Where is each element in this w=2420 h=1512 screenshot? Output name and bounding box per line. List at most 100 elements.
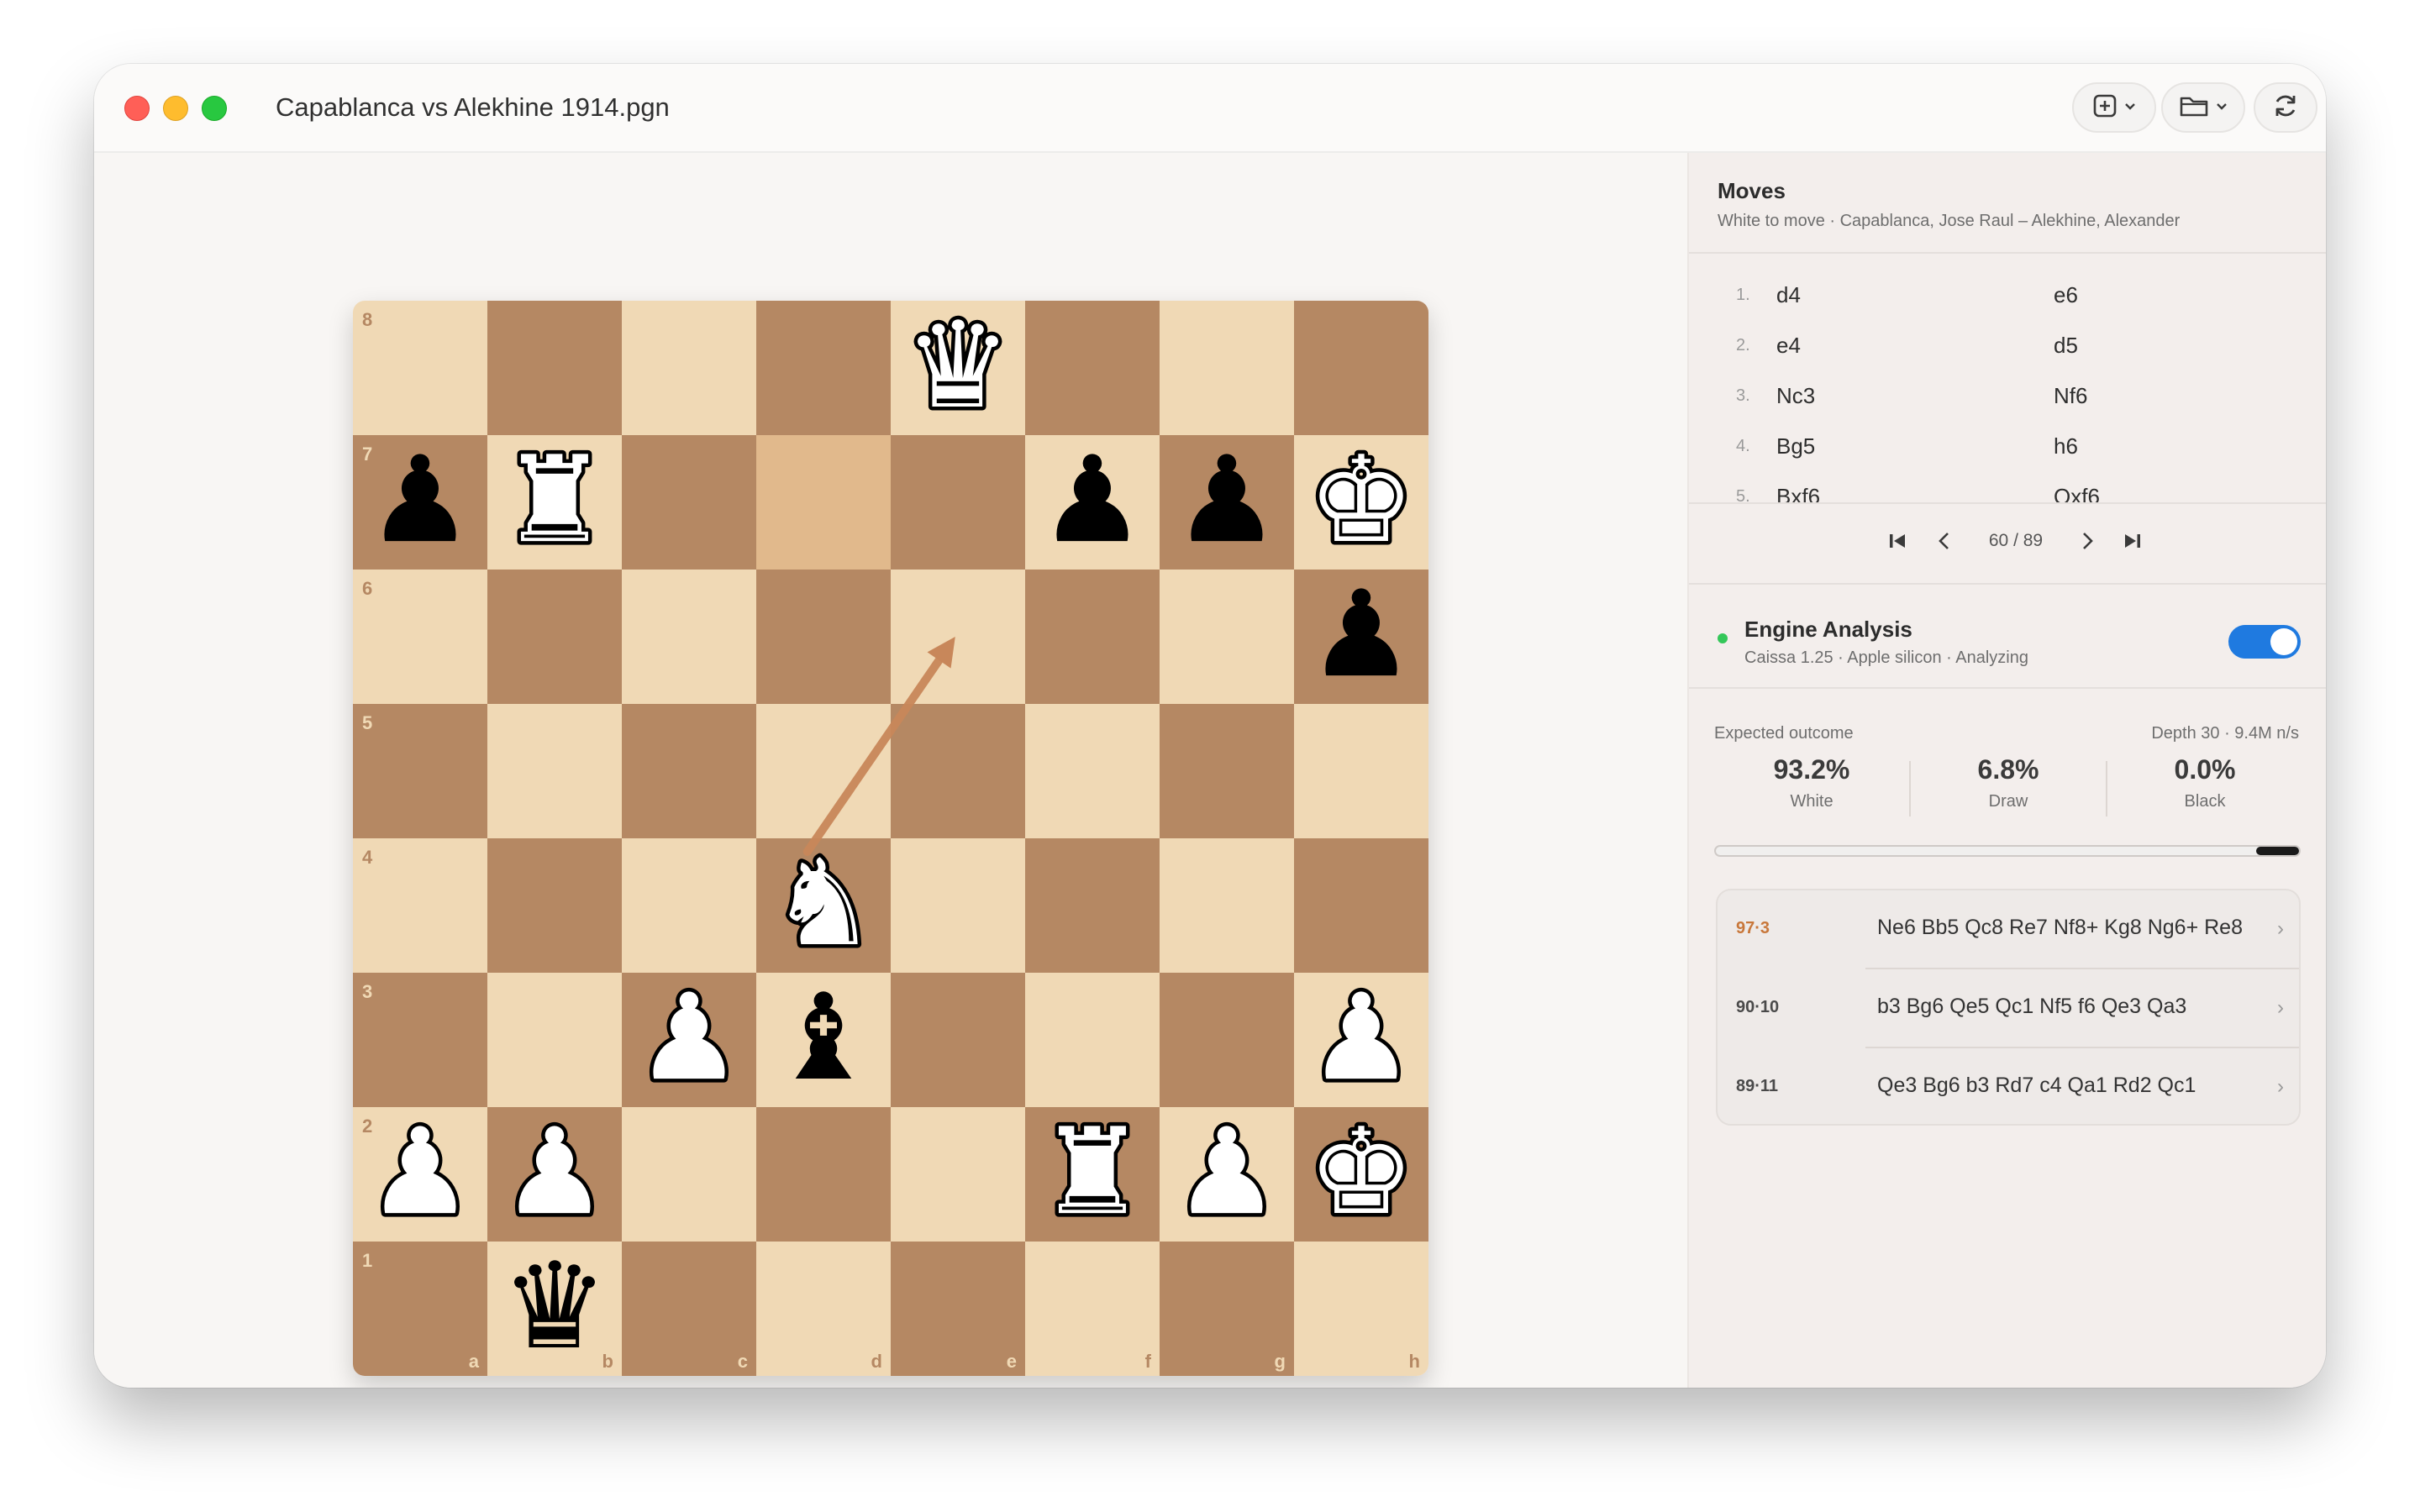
board-square-e5[interactable] [891,704,1025,838]
board-square-b8[interactable] [487,301,622,435]
chess-piece-g2[interactable]: ♟ [1170,1100,1284,1246]
engine-toggle[interactable] [2228,625,2301,659]
board-square-e7[interactable] [891,435,1025,570]
chess-piece-h7[interactable]: ♚ [1304,428,1418,574]
board-square-h5[interactable] [1294,704,1428,838]
board-square-f3[interactable] [1025,973,1160,1107]
board-square-e3[interactable] [891,973,1025,1107]
board-square-e4[interactable] [891,838,1025,973]
board-square-f1[interactable] [1025,1242,1160,1376]
black-move[interactable]: Nf6 [2054,383,2087,409]
board-square-a4[interactable] [353,838,487,973]
engine-line[interactable]: 89·11 Qe3 Bg6 b3 Rd7 c4 Qa1 Rd2 Qc1 › [1718,1048,2299,1124]
board-square-f5[interactable] [1025,704,1160,838]
board-square-a6[interactable] [353,570,487,704]
white-move[interactable]: Bxf6 [1776,484,1820,502]
black-move[interactable]: d5 [2054,333,2078,359]
evaluation-bar [1714,845,2301,857]
white-move[interactable]: Nc3 [1776,383,1815,409]
board-square-b6[interactable] [487,570,622,704]
board-square-c4[interactable] [622,838,756,973]
board-square-c1[interactable] [622,1242,756,1376]
board-square-c8[interactable] [622,301,756,435]
chess-piece-b7[interactable]: ♜ [497,428,612,574]
previous-move-button[interactable] [1928,526,1961,559]
board-square-b4[interactable] [487,838,622,973]
board-square-h4[interactable] [1294,838,1428,973]
board-square-d7[interactable] [756,435,891,570]
board-square-g8[interactable] [1160,301,1294,435]
close-window-button[interactable] [124,96,150,121]
board-square-g3[interactable] [1160,973,1294,1107]
board-square-f4[interactable] [1025,838,1160,973]
white-move[interactable]: Bg5 [1776,433,1815,459]
black-move[interactable]: Qxf6 [2054,484,2100,502]
black-move[interactable]: h6 [2054,433,2078,459]
board-square-a8[interactable] [353,301,487,435]
board-square-g4[interactable] [1160,838,1294,973]
chess-piece-b1[interactable]: ♛ [501,1237,608,1376]
first-move-button[interactable] [1881,526,1914,559]
board-square-a1[interactable] [353,1242,487,1376]
file-label: g [1275,1351,1286,1372]
black-move[interactable]: e6 [2054,282,2078,308]
board-square-d6[interactable] [756,570,891,704]
chess-piece-h2[interactable]: ♚ [1304,1100,1418,1246]
stat-value: 0.0% [2174,754,2236,785]
white-move[interactable]: e4 [1776,333,1801,359]
chess-piece-f7[interactable]: ♟ [1039,431,1145,570]
sidebar: Moves White to move · Capablanca, Jose R… [1687,153,2326,1388]
board-square-f8[interactable] [1025,301,1160,435]
board-square-e6[interactable] [891,570,1025,704]
chess-piece-b2[interactable]: ♟ [497,1100,612,1246]
divider [1689,687,2326,689]
white-move[interactable]: d4 [1776,282,1801,308]
board-square-a3[interactable] [353,973,487,1107]
board-square-g6[interactable] [1160,570,1294,704]
board-square-e1[interactable] [891,1242,1025,1376]
chess-piece-d3[interactable]: ♝ [770,969,876,1107]
engine-line[interactable]: 97·3 Ne6 Bb5 Qc8 Re7 Nf8+ Kg8 Ng6+ Re8 › [1718,890,2299,969]
chess-piece-h3[interactable]: ♟ [1304,965,1418,1111]
minimize-window-button[interactable] [163,96,188,121]
open-file-button[interactable] [2161,82,2245,133]
board-square-c6[interactable] [622,570,756,704]
board-square-c7[interactable] [622,435,756,570]
new-game-button[interactable] [2072,82,2156,133]
zoom-window-button[interactable] [202,96,227,121]
board-square-g5[interactable] [1160,704,1294,838]
chess-piece-a2[interactable]: ♟ [363,1100,477,1246]
rank-label: 1 [362,1250,372,1271]
board-square-f6[interactable] [1025,570,1160,704]
board-square-h8[interactable] [1294,301,1428,435]
move-list[interactable]: 1.d4e62.e4d53.Nc3Nf64.Bg5h65.Bxf6Qxf66.e… [1689,254,2326,502]
board-square-a5[interactable] [353,704,487,838]
next-move-button[interactable] [2070,526,2104,559]
board-square-c2[interactable] [622,1107,756,1242]
skip-back-icon [1886,529,1909,557]
chess-piece-f2[interactable]: ♜ [1035,1100,1150,1246]
flip-board-button[interactable] [2254,82,2317,133]
chess-piece-g7[interactable]: ♟ [1173,431,1280,570]
board-square-d8[interactable] [756,301,891,435]
move-number: 3. [1736,386,1750,405]
board-square-d2[interactable] [756,1107,891,1242]
board-square-c5[interactable] [622,704,756,838]
chess-board[interactable]: 8 7 6 5 4 3 2 1 a b c d e f g h ♛ ♟ ♜ ♟ ♟ ♚ ♟ ♞ ♟ ♝ ♟ ♟ ♟ ♜ ♟ ♚ ♛ [353,301,1428,1376]
chess-piece-h6[interactable]: ♟ [1307,565,1414,704]
chevron-right-icon: › [2277,996,2284,1019]
chess-piece-a7[interactable]: ♟ [366,431,473,570]
chess-piece-c3[interactable]: ♟ [632,965,746,1111]
board-square-b5[interactable] [487,704,622,838]
board-square-d5[interactable] [756,704,891,838]
last-move-button[interactable] [2116,526,2149,559]
move-row: 4. Bg5 h6 [1689,422,2326,472]
board-square-b3[interactable] [487,973,622,1107]
draw-stat: 6.8% Draw [1911,754,2106,811]
line-moves: Qe3 Bg6 b3 Rd7 c4 Qa1 Rd2 Qc1 [1877,1074,2196,1097]
engine-line[interactable]: 90·10 b3 Bg6 Qe5 Qc1 Nf5 f6 Qe3 Qa3 › [1718,969,2299,1048]
board-square-e2[interactable] [891,1107,1025,1242]
chess-piece-d4[interactable]: ♞ [766,831,881,977]
chess-piece-e8[interactable]: ♛ [901,301,1015,439]
stat-value: 6.8% [1977,754,2039,785]
